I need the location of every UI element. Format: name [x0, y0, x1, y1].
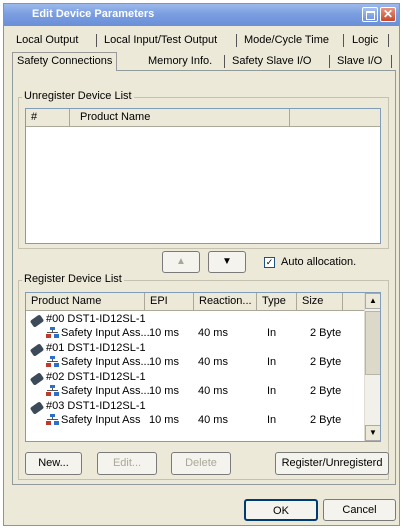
size-value: 2 Byte: [310, 327, 342, 339]
register-button-label: Register/Unregisterd: [281, 457, 383, 469]
tab-divider: [224, 55, 225, 68]
tab-mode-cycle-time[interactable]: Mode/Cycle Time: [244, 32, 329, 49]
edit-device-parameters-dialog: Edit Device Parameters ✕ Local Output Lo…: [3, 3, 400, 526]
reaction-value: 40 ms: [198, 356, 228, 368]
device-name: #01 DST1-ID12SL-1: [46, 342, 146, 354]
connection-icon: [46, 414, 59, 425]
scroll-thumb[interactable]: [365, 311, 380, 375]
tab-logic[interactable]: Logic: [352, 32, 378, 49]
edit-button[interactable]: Edit...: [97, 452, 157, 475]
arrow-up-icon: ▲: [176, 256, 186, 267]
epi-value: 10 ms: [149, 385, 179, 397]
column-header-product-name[interactable]: Product Name: [70, 109, 290, 126]
title-bar: Edit Device Parameters ✕: [4, 4, 399, 26]
device-icon: [29, 401, 45, 415]
tab-safety-connections[interactable]: Safety Connections: [12, 52, 118, 71]
scroll-down-button[interactable]: ▼: [365, 425, 380, 441]
column-header-product-name[interactable]: Product Name: [26, 293, 145, 310]
epi-value: 10 ms: [149, 327, 179, 339]
unregister-device-list[interactable]: # Product Name: [25, 108, 381, 244]
arrow-down-icon: ▼: [369, 428, 377, 437]
assembly-name: Safety Input Ass: [61, 414, 141, 426]
register-list-header: Product Name EPI Reaction... Type Size: [26, 293, 380, 311]
device-name: #00 DST1-ID12SL-1: [46, 313, 146, 325]
size-value: 2 Byte: [310, 356, 342, 368]
reaction-value: 40 ms: [198, 385, 228, 397]
connection-icon: [46, 356, 59, 367]
tab-slave-io[interactable]: Slave I/O: [337, 53, 382, 70]
type-value: In: [267, 385, 277, 397]
connection-icon: [46, 385, 59, 396]
reaction-value: 40 ms: [198, 414, 228, 426]
unregister-group-label: Unregister Device List: [22, 90, 134, 102]
assembly-name: Safety Input Ass...: [61, 327, 150, 339]
device-icon: [29, 372, 45, 386]
tab-row-1: Local Output Local Input/Test Output Mod…: [12, 32, 396, 49]
tab-divider: [391, 55, 392, 68]
reaction-value: 40 ms: [198, 327, 228, 339]
device-name: #02 DST1-ID12SL-1: [46, 371, 146, 383]
device-icon: [29, 314, 45, 328]
type-value: In: [267, 356, 277, 368]
connection-icon: [46, 327, 59, 338]
tab-local-input-test-output[interactable]: Local Input/Test Output: [104, 32, 217, 49]
assembly-name: Safety Input Ass...: [61, 385, 150, 397]
delete-button[interactable]: Delete: [171, 452, 231, 475]
tab-local-output[interactable]: Local Output: [16, 32, 78, 49]
register-device-list[interactable]: Product Name EPI Reaction... Type Size #…: [25, 292, 381, 442]
column-header-epi[interactable]: EPI: [145, 293, 194, 310]
unregister-list-header: # Product Name: [26, 109, 380, 127]
tab-divider: [343, 34, 344, 47]
epi-value: 10 ms: [149, 356, 179, 368]
maximize-button[interactable]: [362, 7, 378, 22]
type-value: In: [267, 414, 277, 426]
edit-button-label: Edit...: [112, 457, 142, 469]
auto-allocation-checkbox[interactable]: ✓: [264, 257, 275, 268]
ok-button-label: OK: [273, 505, 289, 517]
arrow-up-icon: ▲: [369, 296, 377, 305]
ok-button[interactable]: OK: [244, 499, 318, 521]
size-value: 2 Byte: [310, 385, 342, 397]
delete-button-label: Delete: [185, 457, 217, 469]
tab-divider: [388, 34, 389, 47]
new-button[interactable]: New...: [25, 452, 82, 475]
move-down-button[interactable]: ▼: [208, 251, 246, 273]
cancel-button[interactable]: Cancel: [323, 499, 396, 521]
column-header-type[interactable]: Type: [257, 293, 297, 310]
column-header-reaction[interactable]: Reaction...: [194, 293, 257, 310]
scroll-up-button[interactable]: ▲: [365, 293, 380, 309]
safety-connections-panel: Unregister Device List # Product Name ▲ …: [12, 70, 396, 485]
checkmark-icon: ✓: [265, 257, 274, 267]
close-icon: ✕: [382, 7, 394, 21]
register-group-label: Register Device List: [22, 273, 124, 285]
device-name: #03 DST1-ID12SL-1: [46, 400, 146, 412]
tab-row-2: Safety Connections Memory Info. Safety S…: [12, 52, 396, 71]
arrow-down-icon: ▼: [222, 256, 232, 267]
epi-value: 10 ms: [149, 414, 179, 426]
auto-allocation-label: Auto allocation.: [281, 256, 357, 268]
new-button-label: New...: [38, 457, 69, 469]
type-value: In: [267, 327, 277, 339]
size-value: 2 Byte: [310, 414, 342, 426]
register-unregister-button[interactable]: Register/Unregisterd: [275, 452, 389, 475]
close-button[interactable]: ✕: [380, 7, 396, 22]
assembly-name: Safety Input Ass...: [61, 356, 150, 368]
tab-divider: [329, 55, 330, 68]
device-icon: [29, 343, 45, 357]
tab-divider: [96, 34, 97, 47]
tab-divider: [236, 34, 237, 47]
move-up-button[interactable]: ▲: [162, 251, 200, 273]
column-header-number[interactable]: #: [26, 109, 70, 126]
cancel-button-label: Cancel: [342, 504, 377, 516]
column-header-size[interactable]: Size: [297, 293, 343, 310]
window-title: Edit Device Parameters: [32, 8, 155, 20]
tab-memory-info[interactable]: Memory Info.: [148, 53, 212, 70]
register-list-scrollbar[interactable]: ▲ ▼: [364, 293, 380, 441]
tab-safety-slave-io[interactable]: Safety Slave I/O: [232, 53, 311, 70]
